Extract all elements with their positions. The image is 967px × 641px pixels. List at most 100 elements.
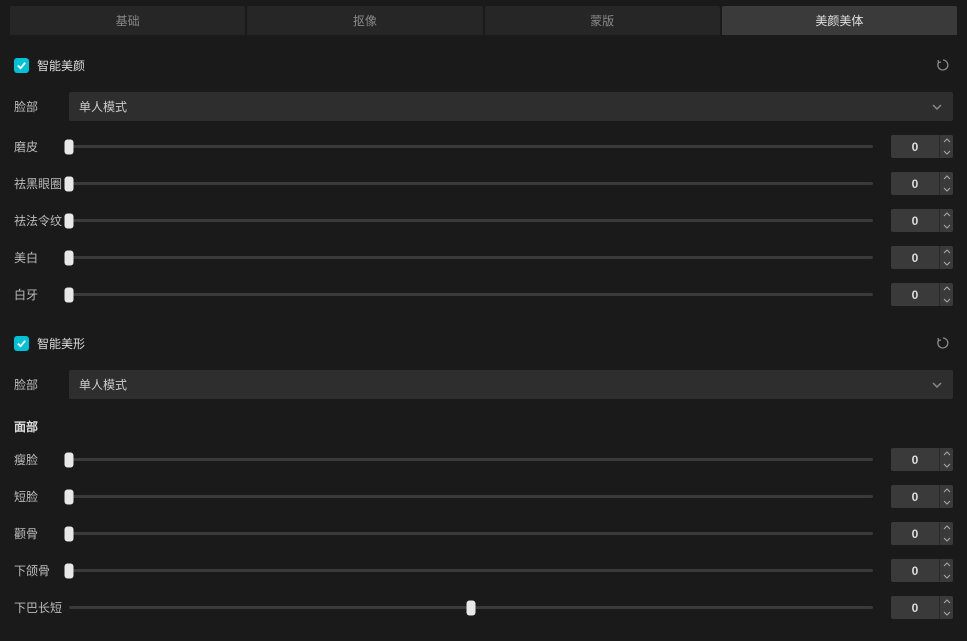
spinner-up[interactable] [940, 246, 953, 258]
slider-label: 瘦脸 [14, 451, 69, 468]
shape-mode-select[interactable]: 单人模式 [69, 370, 953, 399]
spinner-down[interactable] [940, 608, 953, 620]
panel-content: 智能美颜 脸部 单人模式 磨皮 0 祛黑眼圈 0 [0, 35, 967, 632]
slider-lines[interactable] [69, 219, 873, 222]
chevron-down-icon [943, 298, 951, 303]
slider-shortface[interactable] [69, 495, 873, 498]
spinner-down[interactable] [940, 147, 953, 159]
spinner-shortface[interactable]: 0 [891, 485, 953, 508]
spinner-buttons [939, 135, 953, 158]
slider-thumb[interactable] [65, 250, 74, 265]
spinner-jawbone[interactable]: 0 [891, 559, 953, 582]
reset-icon [935, 335, 951, 351]
spinner-value: 0 [891, 485, 939, 508]
spinner-up[interactable] [940, 559, 953, 571]
shape-mode-value: 单人模式 [79, 376, 127, 393]
spinner-down[interactable] [940, 497, 953, 509]
shape-mode-row: 脸部 单人模式 [12, 363, 955, 406]
slider-whiten[interactable] [69, 256, 873, 259]
chevron-up-icon [943, 138, 951, 143]
chevron-up-icon [943, 175, 951, 180]
slider-label: 下颌骨 [14, 562, 69, 579]
section-beauty-header: 智能美颜 [12, 41, 955, 85]
chevron-down-icon [943, 463, 951, 468]
beauty-mode-row: 脸部 单人模式 [12, 85, 955, 128]
spinner-buttons [939, 448, 953, 471]
slider-cheekbone[interactable] [69, 532, 873, 535]
slider-thumb[interactable] [65, 526, 74, 541]
spinner-buttons [939, 559, 953, 582]
slider-mopi[interactable] [69, 145, 873, 148]
spinner-value: 0 [891, 448, 939, 471]
slider-thumb[interactable] [65, 452, 74, 467]
slider-thumb[interactable] [65, 563, 74, 578]
spinner-up[interactable] [940, 135, 953, 147]
slider-chin[interactable] [69, 606, 873, 609]
chevron-down-icon [943, 224, 951, 229]
slider-row-chin: 下巴长短 0 [12, 589, 955, 626]
slider-thumb[interactable] [65, 213, 74, 228]
spinner-down[interactable] [940, 295, 953, 307]
reset-beauty-button[interactable] [933, 55, 953, 75]
slider-dark-circles[interactable] [69, 182, 873, 185]
slider-thumb[interactable] [65, 139, 74, 154]
slider-thumb[interactable] [65, 287, 74, 302]
section-shape-header: 智能美形 [12, 313, 955, 363]
checkbox-smart-shape[interactable] [14, 336, 29, 351]
spinner-value: 0 [891, 559, 939, 582]
spinner-buttons [939, 283, 953, 306]
reset-shape-button[interactable] [933, 333, 953, 353]
tab-mask[interactable]: 蒙版 [485, 6, 720, 35]
tab-basic[interactable]: 基础 [10, 6, 245, 35]
spinner-down[interactable] [940, 184, 953, 196]
spinner-down[interactable] [940, 460, 953, 472]
beauty-mode-value: 单人模式 [79, 98, 127, 115]
chevron-down-icon [931, 101, 943, 113]
slider-jawbone[interactable] [69, 569, 873, 572]
spinner-value: 0 [891, 596, 939, 619]
spinner-up[interactable] [940, 485, 953, 497]
spinner-up[interactable] [940, 596, 953, 608]
spinner-up[interactable] [940, 522, 953, 534]
slider-row-thinface: 瘦脸 0 [12, 441, 955, 478]
slider-thumb[interactable] [467, 600, 476, 615]
chevron-up-icon [943, 599, 951, 604]
spinner-cheekbone[interactable]: 0 [891, 522, 953, 545]
slider-row-whiten: 美白 0 [12, 239, 955, 276]
spinner-thinface[interactable]: 0 [891, 448, 953, 471]
spinner-mopi[interactable]: 0 [891, 135, 953, 158]
chevron-down-icon [943, 574, 951, 579]
spinner-up[interactable] [940, 283, 953, 295]
spinner-lines[interactable]: 0 [891, 209, 953, 232]
spinner-buttons [939, 246, 953, 269]
spinner-buttons [939, 522, 953, 545]
spinner-dark-circles[interactable]: 0 [891, 172, 953, 195]
spinner-down[interactable] [940, 571, 953, 583]
spinner-down[interactable] [940, 258, 953, 270]
checkbox-smart-beauty[interactable] [14, 58, 29, 73]
section-shape-title: 智能美形 [37, 335, 933, 352]
spinner-chin[interactable]: 0 [891, 596, 953, 619]
spinner-up[interactable] [940, 172, 953, 184]
slider-thumb[interactable] [65, 489, 74, 504]
spinner-up[interactable] [940, 209, 953, 221]
slider-thinface[interactable] [69, 458, 873, 461]
slider-row-jawbone: 下颌骨 0 [12, 552, 955, 589]
spinner-whiten[interactable]: 0 [891, 246, 953, 269]
slider-label: 美白 [14, 249, 69, 266]
chevron-down-icon [943, 261, 951, 266]
spinner-down[interactable] [940, 534, 953, 546]
slider-thumb[interactable] [65, 176, 74, 191]
slider-row-cheekbone: 颧骨 0 [12, 515, 955, 552]
beauty-mode-select[interactable]: 单人模式 [69, 92, 953, 121]
tab-beauty[interactable]: 美颜美体 [722, 6, 957, 35]
chevron-down-icon [943, 150, 951, 155]
spinner-teeth[interactable]: 0 [891, 283, 953, 306]
spinner-down[interactable] [940, 221, 953, 233]
check-icon [16, 60, 27, 71]
slider-row-dark-circles: 祛黑眼圈 0 [12, 165, 955, 202]
tab-keying[interactable]: 抠像 [247, 6, 482, 35]
spinner-up[interactable] [940, 448, 953, 460]
slider-label: 磨皮 [14, 138, 69, 155]
slider-teeth[interactable] [69, 293, 873, 296]
